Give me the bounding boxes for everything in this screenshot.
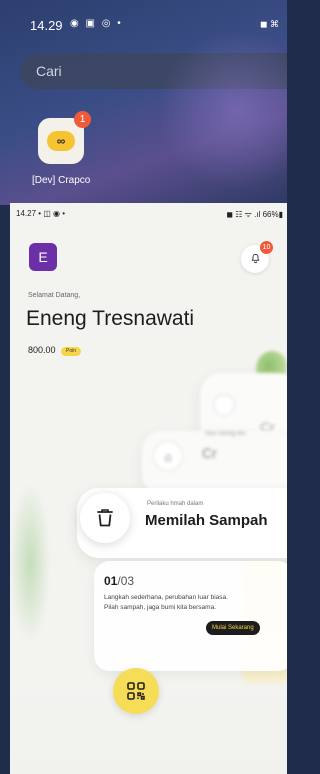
background-card-subtitle: Aksi Sering Mu [205,431,246,437]
plant-decoration [10,483,50,643]
notification-badge: 10 [260,241,273,254]
start-now-button[interactable]: Mulai Sekarang [206,621,260,635]
status-bar: 14.29 ◉ ▣ ◎ • ◼ ⌘ [0,0,287,40]
app-status-right: ◼ ☷ ᯤ .ıl 66%▮ [226,210,283,219]
app-screen: 14.27 • ◫ ◉ • ◼ ☷ ᯤ .ıl 66%▮ E 10 Selama… [10,203,287,774]
launcher-overlay: 14.29 ◉ ▣ ◎ • ◼ ⌘ Cari ∞ 1 [Dev] Crapco [0,0,287,205]
qr-code-icon [127,682,145,700]
step-counter: 01/03 [104,574,134,588]
app-notification-badge: 1 [74,111,91,128]
app-label: [Dev] Crapco [32,175,91,186]
trash-button[interactable] [80,493,130,543]
card-subtitle: Perilaku hmah dalam [147,501,204,507]
status-time: 14.29 [30,18,63,33]
notification-button[interactable]: 10 [241,241,273,273]
search-placeholder: Cari [36,63,62,79]
scan-qr-button[interactable] [113,668,159,714]
step-total: /03 [117,574,135,588]
user-name: Eneng Tresnawati [26,307,195,330]
info-description: Langkah sederhana, perubahan luar biasa.… [104,594,228,611]
bell-icon [251,253,259,264]
document-icon [213,394,235,416]
search-bar[interactable]: Cari [20,53,287,89]
app-status-time: 14.27 • ◫ ◉ • [16,209,66,218]
greeting-text: Selamat Datang, [28,292,81,299]
background-card-title: Cr [202,445,217,461]
points-unit-badge: Poin [61,347,82,356]
trash-icon [97,509,113,527]
status-icons: ◉ ▣ ◎ • [70,18,123,29]
card-title: Memilah Sampah [145,512,268,529]
avatar[interactable]: E [29,243,57,271]
points-value: 800.00 [28,345,56,355]
app-icon-crapco[interactable]: ∞ 1 [38,111,91,164]
step-current: 01 [104,574,118,588]
points-display: 800.00 Poin [28,345,82,356]
bag-icon: ⌂ [153,441,183,471]
infinity-logo-icon: ∞ [47,131,75,151]
app-status-bar: 14.27 • ◫ ◉ • ◼ ☷ ᯤ .ıl 66%▮ [10,203,287,223]
status-right-icons: ◼ ⌘ [260,19,279,29]
